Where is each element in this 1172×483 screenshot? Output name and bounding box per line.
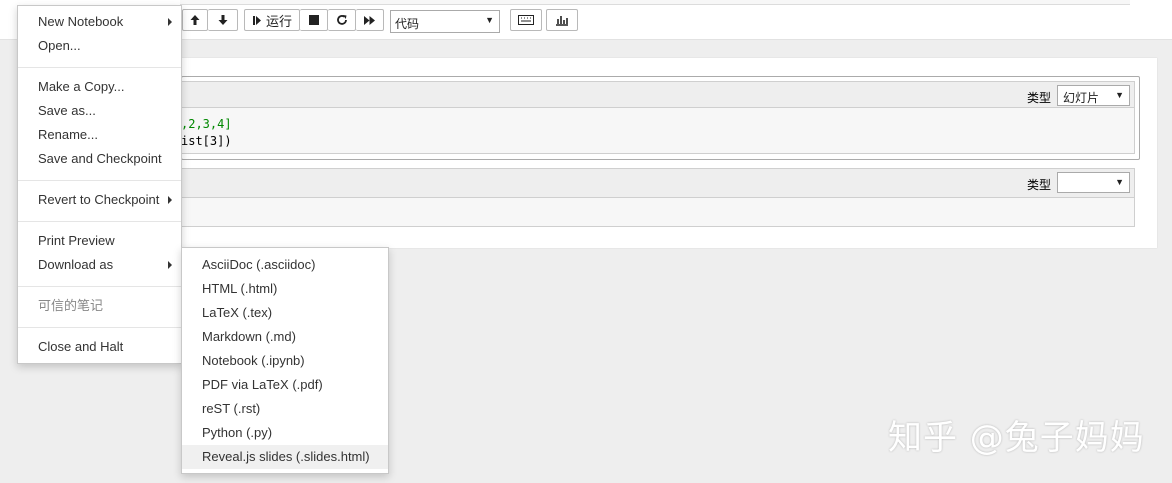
- download-reveal-slides[interactable]: Reveal.js slides (.slides.html): [182, 445, 388, 469]
- menu-item-label: Make a Copy...: [38, 79, 125, 94]
- slide-type-value: 幻灯片: [1063, 91, 1100, 105]
- menu-item-label: Reveal.js slides (.slides.html): [202, 449, 370, 464]
- chevron-down-icon: ▼: [1115, 90, 1124, 100]
- slide-type-select[interactable]: 幻灯片 ▼: [1057, 85, 1130, 106]
- cell-input-area[interactable]: [181, 198, 1135, 227]
- menu-item-label: Close and Halt: [38, 339, 124, 354]
- caret-right-icon: [168, 18, 172, 26]
- menu-item-label: Open...: [38, 38, 81, 53]
- restart-button[interactable]: [328, 9, 356, 31]
- menu-item-download-as[interactable]: Download as: [18, 253, 181, 277]
- refresh-icon: [336, 15, 347, 25]
- menu-item-label: Print Preview: [38, 233, 115, 248]
- download-asciidoc[interactable]: AsciiDoc (.asciidoc): [182, 253, 388, 277]
- step-forward-icon: [252, 15, 261, 25]
- menu-divider: [18, 327, 181, 328]
- menu-item-new-notebook[interactable]: New Notebook: [18, 10, 181, 34]
- menu-item-label: Save and Checkpoint: [38, 151, 162, 166]
- stop-icon: [308, 15, 319, 25]
- slideshow-toolbar: [182, 81, 1135, 108]
- chevron-down-icon: ▼: [485, 15, 494, 25]
- menu-item-label: Download as: [38, 257, 114, 272]
- download-html[interactable]: HTML (.html): [182, 277, 388, 301]
- menu-divider: [18, 67, 181, 68]
- menu-item-label: Markdown (.md): [202, 329, 296, 344]
- menu-item-label: AsciiDoc (.asciidoc): [202, 257, 316, 272]
- menu-item-label: Python (.py): [202, 425, 273, 440]
- menu-item-revert-checkpoint[interactable]: Revert to Checkpoint: [18, 188, 181, 212]
- menu-item-label: LaTeX (.tex): [202, 305, 273, 320]
- menu-item-close-halt[interactable]: Close and Halt: [18, 335, 181, 359]
- fast-forward-icon: [364, 15, 375, 25]
- download-rest[interactable]: reST (.rst): [182, 397, 388, 421]
- menu-item-label: PDF via LaTeX (.pdf): [202, 377, 323, 392]
- menu-item-print-preview[interactable]: Print Preview: [18, 229, 181, 253]
- menu-item-label: Rename...: [38, 127, 98, 142]
- menu-divider: [18, 286, 181, 287]
- run-button[interactable]: 运行: [244, 9, 300, 31]
- chevron-down-icon: ▼: [1115, 177, 1124, 187]
- menu-item-label: New Notebook: [38, 14, 124, 29]
- move-up-button[interactable]: [182, 9, 208, 31]
- move-down-button[interactable]: [208, 9, 238, 31]
- menu-item-label: 可信的笔记: [38, 298, 104, 313]
- menu-item-label: Save as...: [38, 103, 96, 118]
- download-markdown[interactable]: Markdown (.md): [182, 325, 388, 349]
- run-label: 运行: [265, 13, 292, 29]
- menu-item-label: Notebook (.ipynb): [202, 353, 305, 368]
- slideshow-toolbar: [181, 168, 1135, 198]
- download-latex[interactable]: LaTeX (.tex): [182, 301, 388, 325]
- download-notebook[interactable]: Notebook (.ipynb): [182, 349, 388, 373]
- menu-item-label: HTML (.html): [202, 281, 278, 296]
- menu-divider: [18, 221, 181, 222]
- keyboard-shortcuts-button[interactable]: [510, 9, 542, 31]
- download-as-submenu: AsciiDoc (.asciidoc) HTML (.html) LaTeX …: [181, 247, 389, 474]
- slide-type-label: 类型: [1027, 178, 1052, 192]
- caret-right-icon: [168, 261, 172, 269]
- interrupt-button[interactable]: [300, 9, 328, 31]
- watermark: 知乎 @兔子妈妈: [888, 418, 1145, 458]
- bar-chart-icon: [556, 16, 568, 26]
- cell-input-area[interactable]: [182, 108, 1135, 154]
- menu-item-label: reST (.rst): [202, 401, 261, 416]
- file-menu: New Notebook Open... Make a Copy... Save…: [17, 5, 182, 364]
- menu-item-save-as[interactable]: Save as...: [18, 99, 181, 123]
- cell-type-value: 代码: [395, 17, 420, 31]
- code-line: ,2,3,4]: [181, 117, 232, 131]
- download-pdf-latex[interactable]: PDF via LaTeX (.pdf): [182, 373, 388, 397]
- menu-item-trusted-notebook: 可信的笔记: [18, 294, 181, 318]
- arrow-down-icon: [218, 15, 227, 25]
- presentation-button[interactable]: [546, 9, 578, 31]
- code-line: ist[3]): [181, 134, 232, 148]
- menu-item-open[interactable]: Open...: [18, 34, 181, 58]
- menu-item-make-copy[interactable]: Make a Copy...: [18, 75, 181, 99]
- keyboard-icon: [518, 15, 534, 25]
- menu-item-label: Revert to Checkpoint: [38, 192, 160, 207]
- cell-type-select[interactable]: 代码 ▼: [390, 10, 500, 33]
- slide-type-select[interactable]: ▼: [1057, 172, 1130, 193]
- menu-item-save-checkpoint[interactable]: Save and Checkpoint: [18, 147, 181, 171]
- code-cell[interactable]: [181, 168, 1135, 227]
- menubar-edge: [180, 0, 1130, 5]
- restart-run-all-button[interactable]: [356, 9, 384, 31]
- code-cell-selected[interactable]: [181, 76, 1140, 160]
- menu-divider: [18, 180, 181, 181]
- slide-type-label: 类型: [1027, 91, 1052, 105]
- caret-right-icon: [168, 196, 172, 204]
- menu-item-rename[interactable]: Rename...: [18, 123, 181, 147]
- download-python[interactable]: Python (.py): [182, 421, 388, 445]
- arrow-up-icon: [190, 15, 200, 25]
